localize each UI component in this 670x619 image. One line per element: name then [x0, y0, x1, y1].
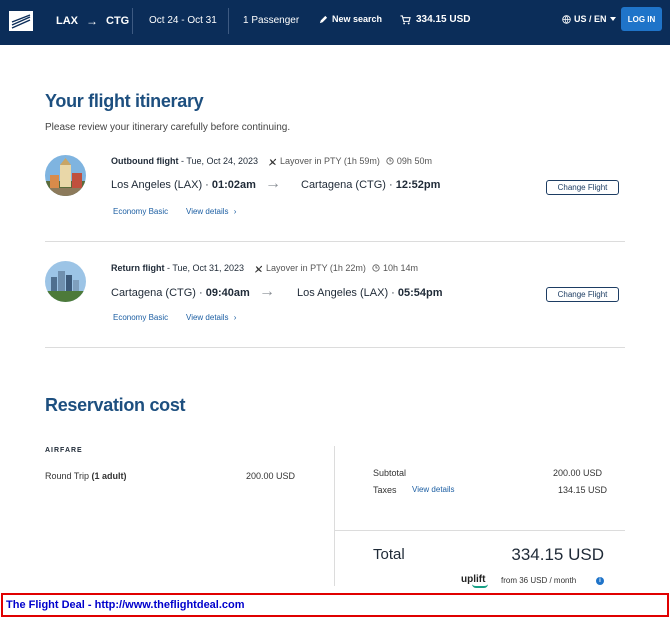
departure-time: 01:02am	[211, 179, 256, 191]
flight-deal-banner: The Flight Deal - http://www.theflightde…	[1, 593, 669, 617]
chevron-right-icon: ›	[233, 313, 237, 322]
cart-button[interactable]: 334.15 USD	[400, 14, 470, 25]
divider	[45, 347, 625, 348]
arrow-right-icon: →	[265, 175, 281, 192]
arrival-info: Los Angeles (LAX) · 05:54pm	[297, 287, 443, 299]
layover-info: Layover in PTY (1h 59m)	[280, 156, 380, 166]
login-button[interactable]: LOG IN	[621, 7, 662, 31]
view-details-label: View details	[186, 313, 229, 322]
trip-type: Round Trip (1 adult)	[45, 471, 127, 481]
route-summary: LAX → CTG	[56, 14, 129, 28]
airfare-heading: AIRFARE	[45, 447, 83, 454]
taxes-label: Taxes	[373, 485, 397, 495]
flight-duration: 09h 50m	[396, 156, 432, 166]
divider	[132, 8, 133, 34]
passenger-count: 1 Passenger	[243, 15, 300, 26]
uplift-smile	[472, 584, 488, 588]
arrival-info: Cartagena (CTG) · 12:52pm	[301, 179, 440, 191]
view-details-link[interactable]: View details ›	[186, 207, 236, 216]
plane-icon	[254, 265, 263, 273]
new-search-label: New search	[332, 14, 383, 24]
divider	[45, 241, 625, 242]
departure-city: Los Angeles (LAX) ·	[111, 179, 212, 191]
new-search-button[interactable]: New search	[319, 14, 382, 24]
departure-time: 09:40am	[205, 287, 250, 299]
pencil-icon	[319, 15, 328, 23]
logo-icon[interactable]	[9, 11, 33, 31]
cartagena-photo	[45, 155, 86, 196]
departure-info: Los Angeles (LAX) · 01:02am	[111, 179, 256, 191]
top-navigation-bar: LAX → CTG Oct 24 - Oct 31 1 Passenger Ne…	[0, 0, 670, 45]
layover-info: Layover in PTY (1h 22m)	[266, 263, 366, 273]
view-details-link[interactable]: View details ›	[186, 313, 236, 322]
flight-date: - Tue, Oct 31, 2023	[164, 263, 245, 273]
trip-passengers: (1 adult)	[91, 471, 127, 481]
banner-text[interactable]: The Flight Deal - http://www.theflightde…	[6, 599, 245, 611]
outbound-flight-card: Outbound flight - Tue, Oct 24, 2023 Layo…	[45, 155, 625, 225]
divider	[228, 8, 229, 34]
trip-label: Round Trip	[45, 471, 92, 481]
destination-code: CTG	[106, 15, 130, 27]
divider	[334, 446, 335, 586]
departure-city: Cartagena (CTG) ·	[111, 287, 206, 299]
chevron-right-icon: ›	[233, 207, 237, 216]
arrow-right-icon: →	[86, 14, 98, 28]
locale-selector[interactable]: US / EN	[562, 14, 616, 24]
taxes-view-details-link[interactable]: View details	[412, 485, 455, 494]
divider	[335, 530, 625, 531]
departure-info: Cartagena (CTG) · 09:40am	[111, 287, 250, 299]
clock-icon	[372, 264, 380, 272]
change-flight-button[interactable]: Change Flight	[546, 287, 619, 302]
info-icon[interactable]: i	[596, 577, 604, 585]
return-flight-header: Return flight - Tue, Oct 31, 2023 Layove…	[111, 263, 418, 273]
origin-code: LAX	[56, 15, 78, 27]
view-details-label: View details	[186, 207, 229, 216]
cart-total: 334.15 USD	[416, 14, 471, 25]
fare-class-link[interactable]: Economy Basic	[113, 313, 168, 322]
change-flight-button[interactable]: Change Flight	[546, 180, 619, 195]
total-value: 334.15 USD	[511, 545, 604, 564]
trip-price: 200.00 USD	[246, 471, 296, 481]
arrival-time: 12:52pm	[395, 179, 441, 191]
flight-type-label: Return flight	[111, 263, 165, 273]
taxes-value: 134.15 USD	[558, 485, 608, 495]
flight-duration: 10h 14m	[382, 263, 418, 273]
return-flight-card: Return flight - Tue, Oct 31, 2023 Layove…	[45, 261, 625, 331]
arrow-right-icon: →	[259, 283, 275, 300]
reservation-title: Reservation cost	[45, 395, 186, 415]
outbound-flight-header: Outbound flight - Tue, Oct 24, 2023 Layo…	[111, 156, 432, 166]
cart-icon	[400, 14, 411, 24]
flight-date: - Tue, Oct 24, 2023	[178, 156, 259, 166]
itinerary-subtitle: Please review your itinerary carefully b…	[45, 122, 291, 133]
fare-class-link[interactable]: Economy Basic	[113, 207, 168, 216]
arrival-time: 05:54pm	[397, 287, 443, 299]
itinerary-title: Your flight itinerary	[45, 91, 204, 111]
arrival-city: Cartagena (CTG) ·	[301, 179, 396, 191]
travel-dates: Oct 24 - Oct 31	[149, 15, 217, 26]
plane-icon	[268, 158, 277, 166]
total-label: Total	[373, 546, 405, 563]
globe-icon	[562, 14, 571, 24]
subtotal-label: Subtotal	[373, 468, 407, 478]
flight-type-label: Outbound flight	[111, 156, 179, 166]
locale-label: US / EN	[574, 14, 607, 24]
los-angeles-photo	[45, 261, 86, 302]
subtotal-value: 200.00 USD	[553, 468, 603, 478]
clock-icon	[386, 157, 394, 165]
arrival-city: Los Angeles (LAX) ·	[297, 287, 398, 299]
chevron-down-icon	[609, 17, 616, 21]
monthly-payment-text: from 36 USD / month	[501, 576, 577, 585]
